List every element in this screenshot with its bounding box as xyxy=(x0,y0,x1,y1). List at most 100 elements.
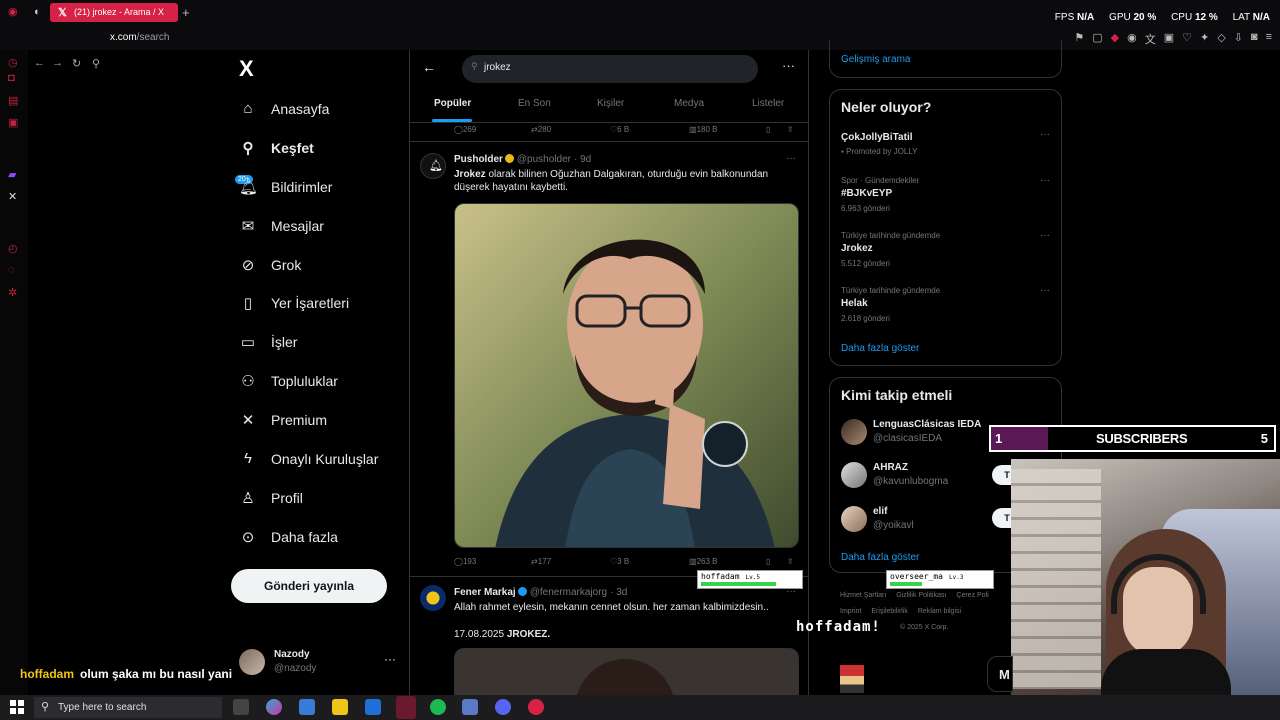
avatar[interactable] xyxy=(841,419,867,445)
extensions-icon[interactable]: ✦ xyxy=(1200,31,1209,47)
outlook-icon[interactable] xyxy=(365,699,381,715)
views-button[interactable]: ▥ 263 B xyxy=(689,557,717,566)
bookmark-icon[interactable]: ▯ xyxy=(766,557,770,566)
nav-profile[interactable]: ♙ Profil xyxy=(239,489,303,507)
more-icon[interactable]: ··· xyxy=(1040,129,1050,140)
more-icon[interactable]: ··· xyxy=(782,58,795,73)
bag-icon[interactable]: ◘ xyxy=(8,72,15,84)
footer-link[interactable]: Reklam bilgisi xyxy=(918,608,961,615)
views-button[interactable]: ▥ 180 B xyxy=(689,125,717,134)
footer-link[interactable]: Hizmet Şartları xyxy=(840,592,886,599)
footer-link[interactable]: Imprint xyxy=(840,608,861,615)
like-button[interactable]: ♡ 3 B xyxy=(610,557,629,566)
obs-icon[interactable] xyxy=(528,699,544,715)
avatar[interactable]: 🔔︎ xyxy=(420,153,446,179)
screenshot-icon[interactable]: ▢ xyxy=(1092,31,1102,47)
workspace-icon[interactable]: ◐ xyxy=(34,6,41,18)
search-input[interactable]: ⚲ jrokez xyxy=(462,55,758,83)
folder-icon[interactable] xyxy=(332,699,348,715)
messages-drawer-button[interactable]: M xyxy=(987,656,1013,692)
twitch-icon[interactable]: ▰ xyxy=(8,168,16,181)
nav-bookmarks[interactable]: ▯ Yer İşaretleri xyxy=(239,294,349,312)
chat-icon[interactable]: ◌ xyxy=(8,264,15,276)
tab-media[interactable]: Medya xyxy=(674,98,704,109)
browser-logo-icon[interactable]: ◉ xyxy=(8,5,18,18)
menu-icon[interactable]: ≡ xyxy=(1266,31,1272,47)
footer-link[interactable]: Erişilebilirlik xyxy=(871,608,908,615)
trend-title[interactable]: Jrokez xyxy=(841,243,873,254)
more-icon[interactable]: ··· xyxy=(1040,285,1050,296)
trend-title[interactable]: ÇokJollyBiTatil xyxy=(841,132,913,143)
tab-people[interactable]: Kişiler xyxy=(597,98,624,109)
like-button[interactable]: ♡ 6 B xyxy=(610,125,629,134)
retweet-button[interactable]: ⇄ 177 xyxy=(531,557,551,566)
suggested-user-name[interactable]: LenguasClásicas IEDA xyxy=(873,419,981,430)
reload-icon[interactable]: ↻ xyxy=(72,57,81,70)
x-logo-icon[interactable]: ✕ xyxy=(8,190,17,203)
clock-icon[interactable]: ◴ xyxy=(8,242,18,255)
nav-verified-orgs[interactable]: ϟ Onaylı Kuruluşlar xyxy=(239,450,378,467)
browser-tab[interactable]: 𝕏 (21) jrokez - Arama / X xyxy=(50,3,178,22)
pin-icon[interactable]: ⚑ xyxy=(1074,31,1084,47)
windows-start-icon[interactable] xyxy=(10,700,24,714)
x-logo-icon[interactable]: X xyxy=(239,56,254,82)
download-icon[interactable]: ⇩ xyxy=(1234,31,1243,47)
avatar[interactable] xyxy=(841,462,867,488)
share-icon[interactable]: ⇪ xyxy=(787,557,794,566)
nav-premium[interactable]: ✕ Premium xyxy=(239,411,327,429)
suggested-user-name[interactable]: AHRAZ xyxy=(873,462,908,473)
forward-icon[interactable]: → xyxy=(52,57,63,69)
cube-icon[interactable]: ◇ xyxy=(1217,31,1225,47)
message-icon[interactable]: ▤ xyxy=(8,94,18,107)
shield-icon[interactable]: ◆ xyxy=(1111,31,1119,47)
app-icon[interactable] xyxy=(462,699,478,715)
tab-latest[interactable]: En Son xyxy=(518,98,551,109)
settings-icon[interactable]: ✲ xyxy=(8,286,17,299)
show-more-link[interactable]: Daha fazla göster xyxy=(841,552,919,563)
record-icon[interactable]: ◉ xyxy=(1127,31,1137,47)
heart-icon[interactable]: ♡ xyxy=(1182,31,1192,47)
nav-more[interactable]: ⊙ Daha fazla xyxy=(239,528,338,546)
more-icon[interactable]: ··· xyxy=(1040,175,1050,186)
store-icon[interactable] xyxy=(299,699,315,715)
nav-notifications[interactable]: 🔔︎ Bildirimler xyxy=(239,178,332,196)
more-icon[interactable]: ··· xyxy=(384,652,396,666)
avatar[interactable] xyxy=(841,506,867,532)
history-icon[interactable]: ◷ xyxy=(8,56,18,69)
footer-link[interactable]: Gizlilik Politikası xyxy=(896,592,946,599)
tweet-author[interactable]: Pusholder @pusholder · 9d xyxy=(454,154,591,165)
copilot-icon[interactable] xyxy=(266,699,282,715)
spotify-icon[interactable] xyxy=(430,699,446,715)
trend-title[interactable]: Helak xyxy=(841,298,868,309)
tab-lists[interactable]: Listeler xyxy=(752,98,784,109)
wallet-icon[interactable]: ▣ xyxy=(1164,31,1174,47)
suggested-user-name[interactable]: elif xyxy=(873,506,887,517)
url-field[interactable]: x.com/search xyxy=(110,32,169,43)
reply-button[interactable]: ◯ 269 xyxy=(454,125,476,134)
new-tab-button[interactable]: + xyxy=(182,5,190,20)
tab-popular[interactable]: Popüler xyxy=(434,98,471,109)
nav-home[interactable]: ⌂ Anasayfa xyxy=(239,100,329,117)
translate-icon[interactable]: 文 xyxy=(1145,31,1156,47)
tweet-image[interactable] xyxy=(454,203,799,548)
retweet-button[interactable]: ⇄ 280 xyxy=(531,125,551,134)
more-icon[interactable]: ··· xyxy=(786,153,796,164)
tweet-image[interactable] xyxy=(454,648,799,695)
footer-link[interactable]: Çerez Poli xyxy=(956,592,988,599)
discord-icon[interactable] xyxy=(495,699,511,715)
avatar[interactable] xyxy=(420,585,446,611)
taskbar-search[interactable]: ⚲ Type here to search xyxy=(34,697,222,718)
more-icon[interactable]: ··· xyxy=(1040,230,1050,241)
back-arrow-icon[interactable]: ← xyxy=(422,59,436,75)
trend-title[interactable]: #BJKvEYP xyxy=(841,188,892,199)
nav-communities[interactable]: ⚇ Topluluklar xyxy=(239,372,338,390)
show-more-link[interactable]: Daha fazla göster xyxy=(841,343,919,354)
nav-explore[interactable]: ⚲ Keşfet xyxy=(239,139,314,157)
browser-app-icon[interactable] xyxy=(396,696,416,719)
nav-grok[interactable]: ⊘ Grok xyxy=(239,256,302,274)
bookmark-icon[interactable]: ▯ xyxy=(766,125,770,134)
task-view-icon[interactable] xyxy=(233,699,249,715)
media-icon[interactable]: ▣ xyxy=(8,116,18,129)
reply-button[interactable]: ◯ 193 xyxy=(454,557,476,566)
post-button[interactable]: Gönderi yayınla xyxy=(231,569,387,603)
